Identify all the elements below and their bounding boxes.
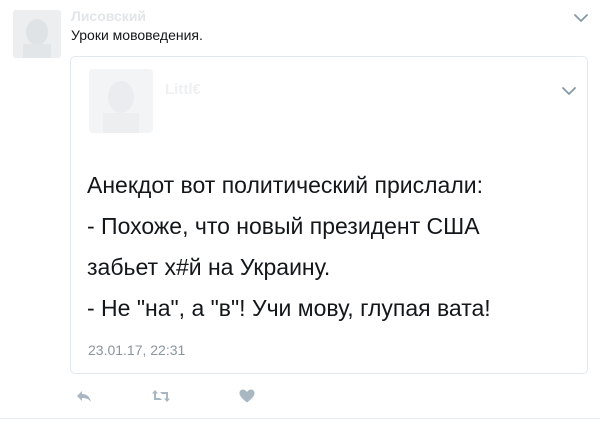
author-name[interactable]: Лисовский — [71, 8, 146, 24]
quoted-author-avatar — [89, 69, 153, 133]
quoted-text-line: забьет х#й на Украину. — [87, 254, 331, 280]
quoted-text-line: - Похоже, что новый президент США — [87, 213, 480, 239]
heart-icon[interactable] — [235, 384, 259, 408]
chevron-down-icon[interactable] — [573, 10, 589, 26]
retweet-icon[interactable] — [149, 384, 173, 408]
quoted-text-line: Анекдот вот политический прислали: — [87, 172, 483, 198]
quoted-tweet-text: Анекдот вот политический прислали: - Пох… — [87, 165, 577, 329]
tweet-text: Уроки мововедения. — [71, 27, 203, 43]
quoted-author-name: Littl€ — [165, 81, 201, 98]
chevron-down-icon[interactable] — [561, 83, 577, 99]
quoted-tweet-card[interactable]: Littl€ Анекдот вот политический прислали… — [70, 56, 588, 374]
reply-icon[interactable] — [72, 384, 96, 408]
quoted-timestamp[interactable]: 23.01.17, 22:31 — [88, 342, 185, 358]
divider — [0, 418, 600, 419]
tweet-actions — [70, 384, 370, 408]
author-avatar[interactable] — [13, 10, 61, 58]
quoted-text-line: - Не "на", а "в"! Учи мову, глупая вата! — [87, 295, 491, 321]
